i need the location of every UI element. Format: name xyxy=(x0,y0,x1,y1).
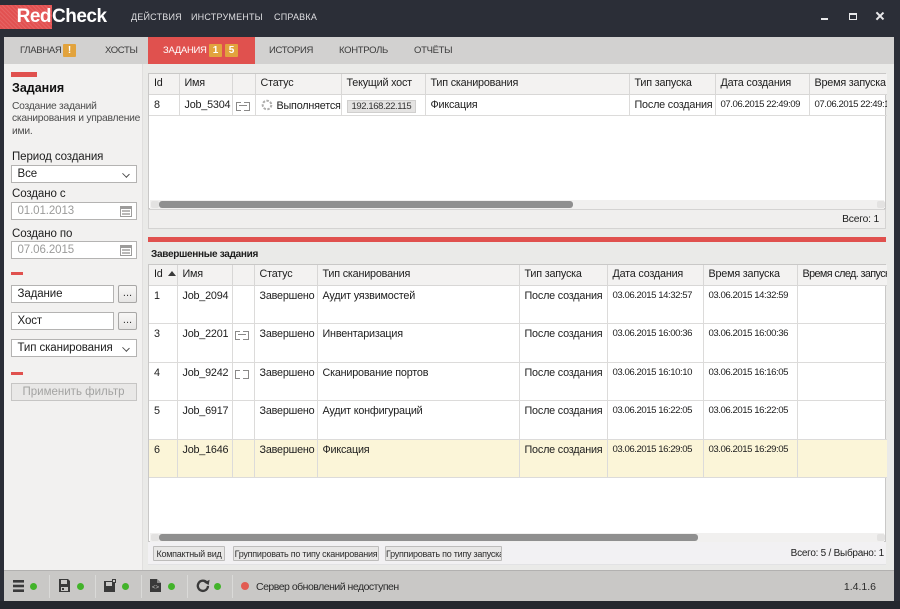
svg-text:<>: <> xyxy=(152,585,160,591)
